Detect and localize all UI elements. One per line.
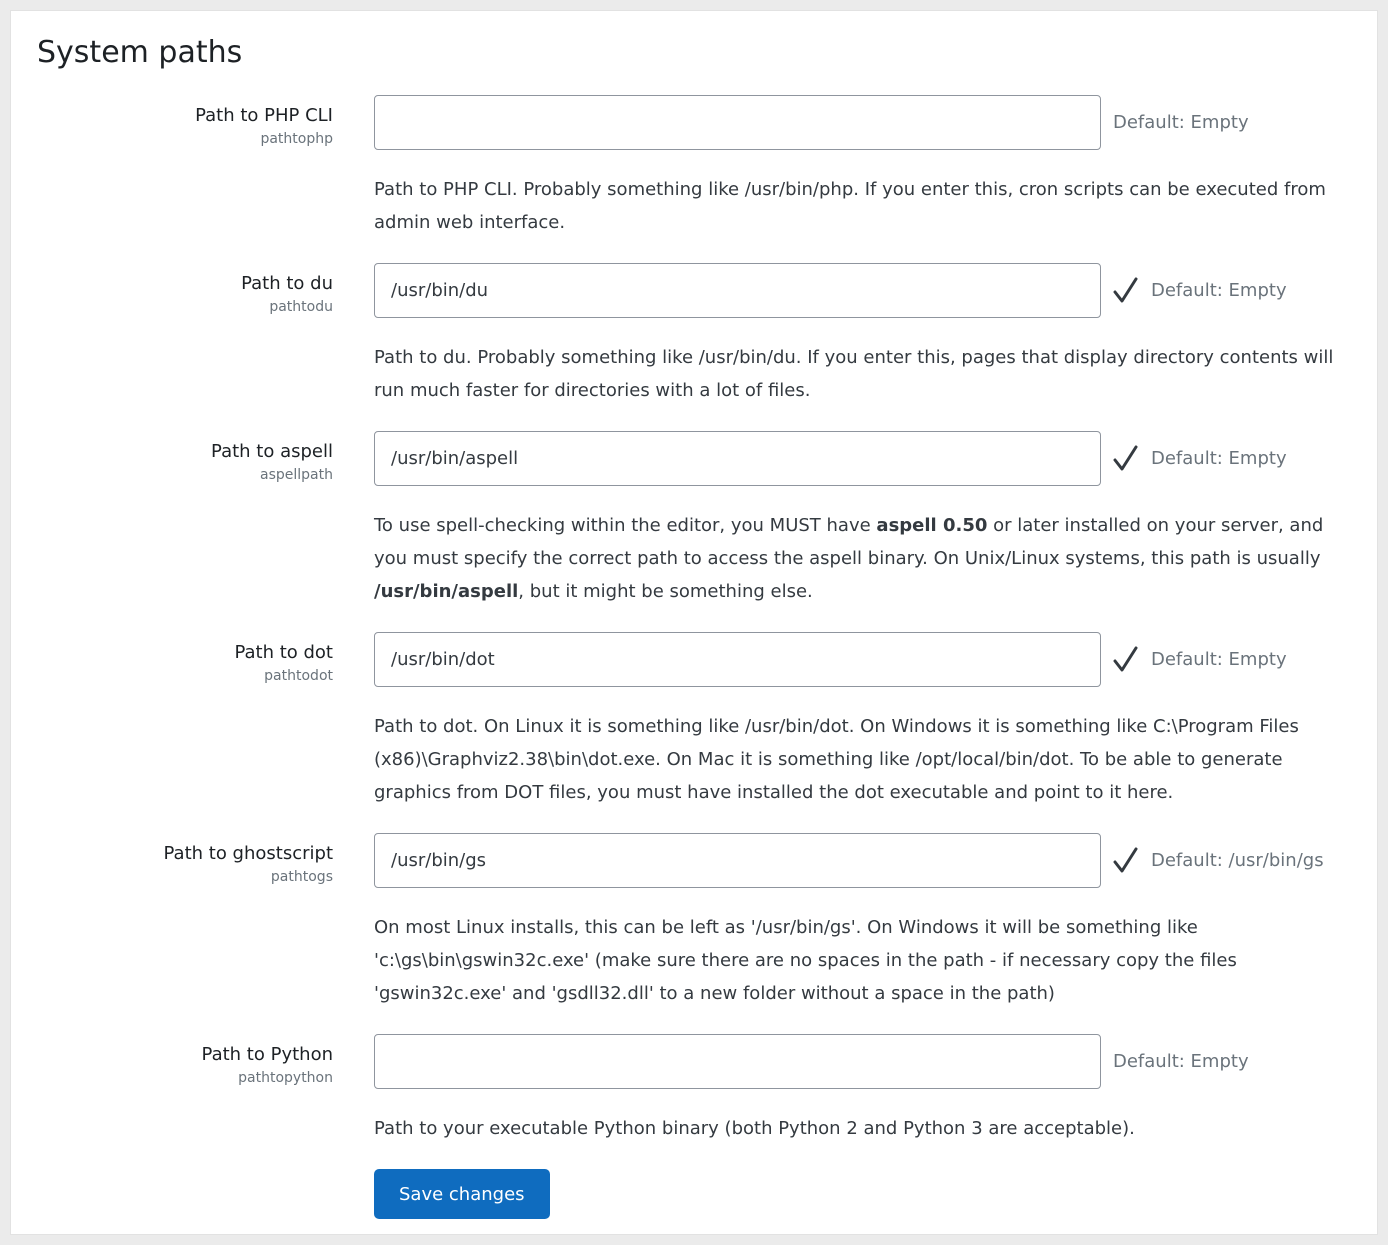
setting-path-input[interactable] xyxy=(374,431,1101,486)
setting-label-column: Path to du pathtodu xyxy=(37,263,333,407)
setting-shortname: pathtodot xyxy=(37,667,333,686)
default-value-label: Default: Empty xyxy=(1151,448,1287,469)
setting-content-column: Default: Empty Path to dot. On Linux it … xyxy=(374,632,1359,809)
setting-description: Path to your executable Python binary (b… xyxy=(374,1112,1359,1145)
default-match-check-icon xyxy=(1112,845,1139,877)
save-row: Save changes xyxy=(37,1169,1359,1219)
setting-shortname: pathtophp xyxy=(37,130,333,149)
setting-label[interactable]: Path to PHP CLI xyxy=(37,103,333,128)
setting-content-column: Default: Empty To use spell-checking wit… xyxy=(374,431,1359,608)
page-title: System paths xyxy=(37,35,1359,71)
setting-description: Path to PHP CLI. Probably something like… xyxy=(374,173,1359,239)
setting-row: Path to PHP CLI pathtophp Default: Empty… xyxy=(37,95,1359,239)
setting-content-column: Default: /usr/bin/gs On most Linux insta… xyxy=(374,833,1359,1010)
setting-row: Path to ghostscript pathtogs Default: /u… xyxy=(37,833,1359,1010)
default-value-label: Default: Empty xyxy=(1151,280,1287,301)
default-match-check-icon xyxy=(1112,443,1139,475)
setting-row: Path to dot pathtodot Default: Empty Pat… xyxy=(37,632,1359,809)
setting-shortname: pathtopython xyxy=(37,1069,333,1088)
setting-path-input[interactable] xyxy=(374,1034,1101,1089)
default-match-check-icon xyxy=(1112,644,1139,676)
setting-path-input[interactable] xyxy=(374,263,1101,318)
setting-label-column: Path to aspell aspellpath xyxy=(37,431,333,608)
setting-label[interactable]: Path to dot xyxy=(37,640,333,665)
setting-row: Path to aspell aspellpath Default: Empty… xyxy=(37,431,1359,608)
setting-label[interactable]: Path to ghostscript xyxy=(37,841,333,866)
setting-label-column: Path to Python pathtopython xyxy=(37,1034,333,1145)
save-row-spacer xyxy=(37,1169,333,1219)
setting-shortname: aspellpath xyxy=(37,466,333,485)
setting-description: On most Linux installs, this can be left… xyxy=(374,911,1359,1010)
setting-path-input[interactable] xyxy=(374,632,1101,687)
default-value-label: Default: /usr/bin/gs xyxy=(1151,850,1324,871)
setting-content-column: Default: Empty Path to your executable P… xyxy=(374,1034,1359,1145)
setting-label[interactable]: Path to du xyxy=(37,271,333,296)
default-value-label: Default: Empty xyxy=(1113,1051,1249,1072)
setting-path-input[interactable] xyxy=(374,833,1101,888)
setting-label[interactable]: Path to Python xyxy=(37,1042,333,1067)
setting-row: Path to Python pathtopython Default: Emp… xyxy=(37,1034,1359,1145)
setting-shortname: pathtogs xyxy=(37,868,333,887)
settings-rows: Path to PHP CLI pathtophp Default: Empty… xyxy=(37,95,1359,1145)
setting-description: Path to du. Probably something like /usr… xyxy=(374,341,1359,407)
setting-shortname: pathtodu xyxy=(37,298,333,317)
setting-label[interactable]: Path to aspell xyxy=(37,439,333,464)
setting-content-column: Default: Empty Path to PHP CLI. Probably… xyxy=(374,95,1359,239)
setting-path-input[interactable] xyxy=(374,95,1101,150)
default-value-label: Default: Empty xyxy=(1113,112,1249,133)
setting-label-column: Path to dot pathtodot xyxy=(37,632,333,809)
setting-row: Path to du pathtodu Default: Empty Path … xyxy=(37,263,1359,407)
default-value-label: Default: Empty xyxy=(1151,649,1287,670)
setting-content-column: Default: Empty Path to du. Probably some… xyxy=(374,263,1359,407)
system-paths-panel: System paths Path to PHP CLI pathtophp D… xyxy=(10,10,1378,1235)
setting-label-column: Path to PHP CLI pathtophp xyxy=(37,95,333,239)
default-match-check-icon xyxy=(1112,275,1139,307)
setting-label-column: Path to ghostscript pathtogs xyxy=(37,833,333,1010)
setting-description: Path to dot. On Linux it is something li… xyxy=(374,710,1359,809)
save-changes-button[interactable]: Save changes xyxy=(374,1169,550,1219)
setting-description: To use spell-checking within the editor,… xyxy=(374,509,1359,608)
